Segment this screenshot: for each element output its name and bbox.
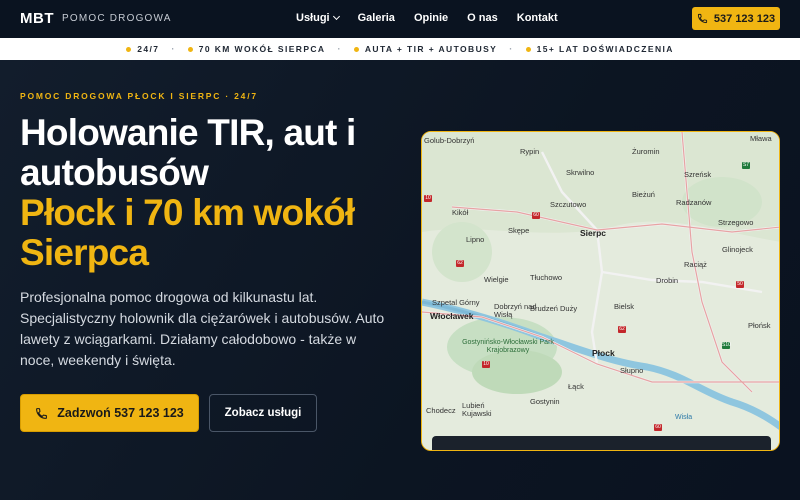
map-label: Glinojeck xyxy=(722,245,753,254)
nav-item-kontakt[interactable]: Kontakt xyxy=(517,12,558,24)
feature-strip: 24/7 · 70 KM WOKÓŁ SIERPCA · AUTA + TIR … xyxy=(0,38,800,60)
call-button-label: Zadzwoń 537 123 123 xyxy=(57,406,184,420)
feature-label: 24/7 xyxy=(137,44,160,54)
route-marker-icon: S10 xyxy=(722,342,731,349)
nav-item-opinie[interactable]: Opinie xyxy=(414,12,448,24)
bullet-dot-icon xyxy=(126,46,132,52)
hero-description: Profesjonalna pomoc drogowa od kilkunast… xyxy=(20,289,385,368)
phone-icon xyxy=(36,407,48,419)
logo[interactable]: MBT POMOC DROGOWA xyxy=(20,10,172,27)
map-label: Drobin xyxy=(656,276,679,285)
hero-title-line: Holowanie TIR, aut i xyxy=(20,112,356,153)
map-label: Rypin xyxy=(520,147,540,156)
feature-item: 24/7 xyxy=(126,44,159,54)
map-label: Kikół xyxy=(452,208,469,217)
nav-item-label: Kontakt xyxy=(516,12,558,24)
map-label: Szczutowo xyxy=(550,200,587,209)
map-label: Słupno xyxy=(620,366,644,375)
map-label: Tłuchowo xyxy=(530,273,563,282)
separator: · xyxy=(509,44,514,54)
hero-title-highlight: Płock i 70 km wokół xyxy=(20,192,355,233)
nav-item-galeria[interactable]: Galeria xyxy=(358,12,395,24)
map-label: Chodecz xyxy=(426,406,456,415)
feature-item: AUTA + TIR + AUTOBUSY xyxy=(353,44,498,54)
map-label: Wisła xyxy=(675,414,693,421)
services-button[interactable]: Zobacz usługi xyxy=(209,394,317,432)
call-button[interactable]: Zadzwoń 537 123 123 xyxy=(20,394,199,432)
separator: · xyxy=(337,44,342,54)
separator: · xyxy=(171,44,176,54)
hero-title-line: autobusów xyxy=(20,152,209,193)
map-info-bar xyxy=(432,436,771,450)
map-label: Gostynin xyxy=(530,397,560,406)
map-label: Żuromin xyxy=(632,147,660,156)
map-label: Wielgie xyxy=(484,275,509,284)
header-phone-label: 537 123 123 xyxy=(713,12,776,25)
nav-item-label: Galeria xyxy=(357,12,395,24)
route-marker-icon: 62 xyxy=(456,260,464,267)
top-navigation: MBT POMOC DROGOWA Usługi Galeria Opinie … xyxy=(0,0,800,38)
map-label: Brudzeń Duży xyxy=(530,304,578,313)
map-label: Płońsk xyxy=(748,321,771,330)
route-marker-icon: 50 xyxy=(736,281,744,288)
map-label: Gostynińsko-Włocławski Park Krajobrazowy xyxy=(462,339,554,354)
map-label: Raciąż xyxy=(684,260,707,269)
map-label: Bieżuń xyxy=(632,190,655,199)
map-label: Włocławek xyxy=(430,311,474,321)
feature-item: 70 KM WOKÓŁ SIERPCA xyxy=(187,44,326,54)
map-label: Bielsk xyxy=(614,302,635,311)
map-label: Radzanów xyxy=(676,198,712,207)
services-button-label: Zobacz usługi xyxy=(224,407,302,419)
bullet-dot-icon xyxy=(353,46,359,52)
route-marker-icon: 10 xyxy=(482,361,490,368)
bullet-dot-icon xyxy=(525,46,531,52)
bullet-dot-icon xyxy=(187,46,193,52)
route-marker-icon: 60 xyxy=(654,424,662,431)
feature-label: 15+ LAT DOŚWIADCZENIA xyxy=(536,44,674,54)
map-label: Lipno xyxy=(466,235,485,244)
map-label: Szreńsk xyxy=(684,170,712,179)
header-phone-button[interactable]: 537 123 123 xyxy=(692,7,780,30)
nav-item-label: Opinie xyxy=(413,12,449,24)
logo-mark: MBT xyxy=(20,10,54,27)
map-label: Lubień Kujawski xyxy=(462,401,492,418)
feature-label: 70 KM WOKÓŁ SIERPCA xyxy=(198,44,326,54)
map-label: Skępe xyxy=(508,226,530,235)
logo-text: POMOC DROGOWA xyxy=(62,13,172,24)
route-marker-icon: 60 xyxy=(532,212,540,219)
feature-item: 15+ LAT DOŚWIADCZENIA xyxy=(525,44,674,54)
phone-icon xyxy=(697,13,707,24)
nav-item-label: O nas xyxy=(467,12,498,24)
route-marker-icon: 62 xyxy=(618,326,626,333)
hero-eyebrow: POMOC DROGOWA PŁOCK I SIERPC · 24/7 xyxy=(20,91,258,101)
chevron-down-icon xyxy=(332,12,340,21)
main-menu: Usługi Galeria Opinie O nas Kontakt xyxy=(296,12,558,24)
nav-item-label: Usługi xyxy=(296,12,330,24)
map-label: Skrwilno xyxy=(566,168,595,177)
service-area-map[interactable]: Golub-Dobrzyń Rypin Żuromin Mława Skrwil… xyxy=(421,131,780,451)
map-label: Strzegowo xyxy=(718,218,754,227)
hero-title-highlight: Sierpca xyxy=(20,232,149,273)
map-label: Mława xyxy=(750,134,772,143)
map-label: Łąck xyxy=(568,382,584,391)
nav-item-uslugi[interactable]: Usługi xyxy=(296,12,340,24)
hero-title: Holowanie TIR, aut i autobusów Płock i 7… xyxy=(20,113,400,273)
nav-item-o-nas[interactable]: O nas xyxy=(467,12,498,24)
route-marker-icon: S7 xyxy=(742,162,750,169)
map-label: Sierpc xyxy=(580,228,606,238)
map-label: Szpetal Górny xyxy=(432,298,480,307)
map-label: Golub-Dobrzyń xyxy=(424,136,475,145)
map-label: Płock xyxy=(592,348,615,358)
route-marker-icon: 10 xyxy=(424,195,432,202)
feature-label: AUTA + TIR + AUTOBUSY xyxy=(364,44,498,54)
